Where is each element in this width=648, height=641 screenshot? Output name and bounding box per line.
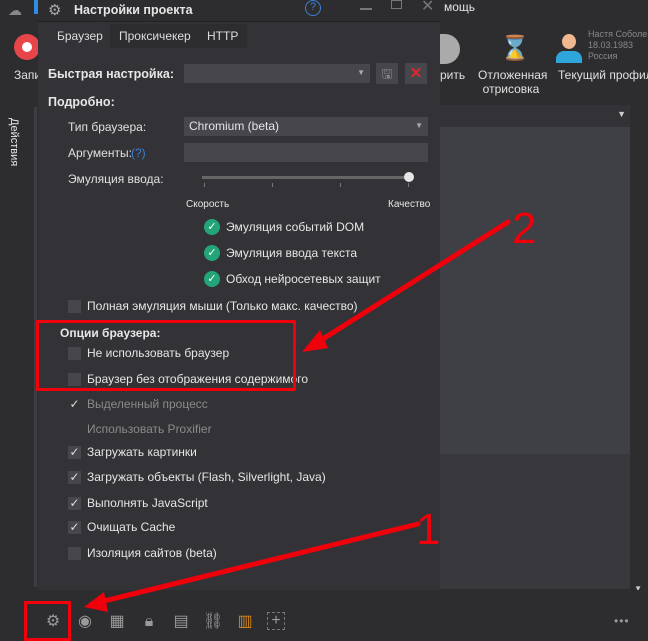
arrow-1-head [84,592,108,612]
arrow-2-line [315,219,511,345]
arrow-2-head [302,330,328,352]
annotation-number-2: 2 [512,204,537,253]
annotation-arrows [84,219,511,612]
annotation-number-1: 1 [416,505,441,554]
arrow-1-line [97,521,421,605]
